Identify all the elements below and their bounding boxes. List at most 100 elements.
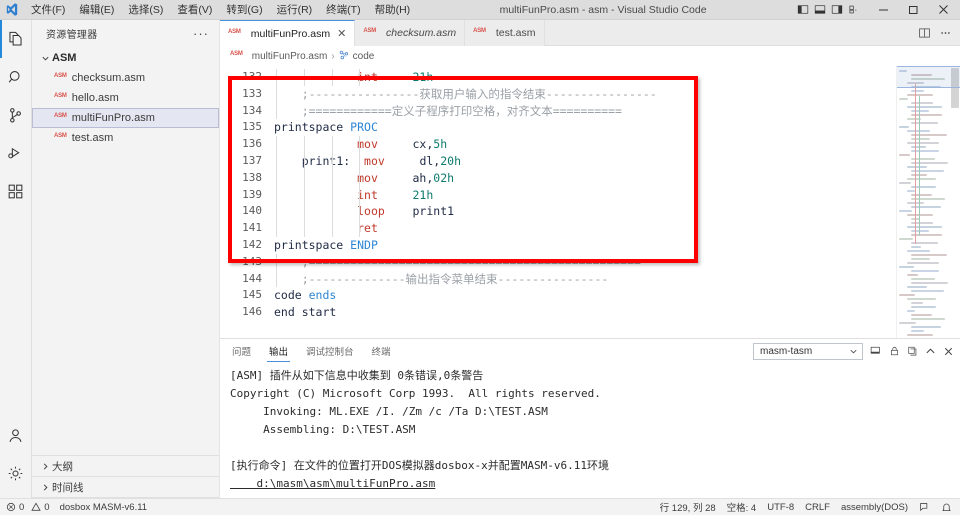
source-control-icon [6, 106, 25, 125]
activity-extensions[interactable] [0, 172, 32, 210]
code-token: 21h [412, 187, 434, 202]
line-content: end start [274, 304, 336, 321]
status-encoding[interactable]: UTF-8 [767, 502, 794, 513]
close-icon[interactable]: ✕ [337, 27, 346, 40]
activity-source-control[interactable] [0, 96, 32, 134]
tab-test[interactable]: ASM test.asm [465, 20, 545, 46]
output-line: [ASM] 插件从如下信息中收集到 0条错误,0条警告 [230, 369, 484, 382]
code-token: ah, [412, 170, 434, 185]
indent-guide [276, 169, 277, 187]
line-number: 141 [242, 221, 262, 235]
editor-scrollbar[interactable] [950, 66, 960, 338]
activity-accounts[interactable] [0, 416, 32, 454]
status-indentation[interactable]: 空格: 4 [727, 500, 757, 514]
tree-file-checksum[interactable]: ASM checksum.asm [32, 68, 219, 88]
code-scroll-area[interactable]: 132 int 21h 133 ;----------------获取用户输入的指… [220, 66, 896, 338]
line-number: 136 [242, 137, 262, 151]
tab-multifunpro[interactable]: ASM multiFunPro.asm ✕ [220, 20, 356, 46]
panel-tab-debug-console[interactable]: 调试控制台 [304, 341, 356, 361]
minimap-line [899, 126, 909, 128]
minimap[interactable] [896, 66, 960, 338]
code-token: dl, [419, 153, 441, 168]
minimap-line [911, 230, 929, 232]
code-token: print1 [412, 204, 455, 219]
tree-file-test[interactable]: ASM test.asm [32, 128, 219, 148]
status-task[interactable]: dosbox MASM-v6.11 [60, 502, 147, 513]
sidebar-section-timeline[interactable]: 时间线 [32, 477, 219, 498]
line-content: print1: mov dl,20h [274, 152, 461, 170]
asm-file-icon: ASM [228, 28, 241, 35]
code-line: 137 print1: mov dl,20h [220, 152, 896, 170]
customize-layout-icon[interactable]: ° [848, 4, 860, 15]
tree-file-multifunpro[interactable]: ASM multiFunPro.asm [32, 108, 219, 128]
tree-file-hello[interactable]: ASM hello.asm [32, 88, 219, 108]
code-line: 135 printspace PROC [220, 119, 896, 136]
minimap-line [907, 214, 933, 216]
line-content: ;----------------获取用户输入的指令结束------------… [274, 85, 657, 103]
feedback-icon[interactable] [919, 502, 930, 513]
code-lines: 132 int 21h 133 ;----------------获取用户输入的指… [220, 66, 896, 321]
line-number: 138 [242, 170, 262, 184]
activity-explorer[interactable] [0, 20, 32, 58]
breadcrumb-symbol[interactable]: code [339, 50, 374, 63]
maximize-button[interactable] [898, 0, 928, 20]
status-cursor-position[interactable]: 行 129, 列 28 [660, 500, 716, 514]
warning-count: 0 [44, 501, 50, 513]
menu-view[interactable]: 查看(V) [170, 0, 219, 20]
bell-icon[interactable] [941, 502, 952, 513]
status-language-mode[interactable]: assembly(DOS) [841, 502, 908, 513]
panel-tab-terminal[interactable]: 终端 [370, 341, 393, 361]
activity-search[interactable] [0, 58, 32, 96]
output-line: Copyright (C) Microsoft Corp 1993. All r… [230, 387, 601, 400]
activity-settings[interactable] [0, 454, 32, 492]
output-channel-select[interactable]: masm-tasm [753, 342, 863, 360]
minimap-line [907, 334, 933, 336]
activity-run-debug[interactable] [0, 134, 32, 172]
close-panel-icon[interactable] [943, 346, 954, 357]
tree-folder-asm[interactable]: ASM [32, 48, 219, 68]
menu-edit[interactable]: 编辑(E) [72, 0, 121, 20]
more-actions-icon[interactable] [939, 27, 952, 39]
collapse-panel-icon[interactable] [925, 346, 936, 357]
menu-terminal[interactable]: 终端(T) [319, 0, 367, 20]
menu-run[interactable]: 运行(R) [270, 0, 320, 20]
breadcrumb-file-label: multiFunPro.asm [251, 50, 328, 62]
menu-selection[interactable]: 选择(S) [121, 0, 170, 20]
output-line: [执行命令] 在文件的位置打开DOS模拟器dosbox-x并配置MASM-v6.… [230, 459, 609, 472]
code-line: 146 end start [220, 304, 896, 321]
output-content[interactable]: [ASM] 插件从如下信息中收集到 0条错误,0条警告 Copyright (C)… [220, 363, 960, 498]
toggle-secondary-sidebar-icon[interactable] [831, 4, 843, 15]
code-editor[interactable]: 132 int 21h 133 ;----------------获取用户输入的指… [220, 66, 960, 338]
line-content: code ends [274, 287, 336, 304]
menu-help[interactable]: 帮助(H) [368, 0, 418, 20]
sidebar-section-outline[interactable]: 大纲 [32, 456, 219, 477]
breadcrumb-file[interactable]: ASM multiFunPro.asm [230, 51, 327, 62]
panel-tab-problems[interactable]: 问题 [230, 341, 253, 361]
indent-guide [276, 136, 277, 153]
open-new-window-icon[interactable] [907, 345, 918, 357]
line-content: int 21h [274, 69, 433, 86]
panel-tab-output[interactable]: 输出 [267, 341, 291, 362]
status-problems[interactable]: 0 0 [6, 502, 50, 513]
toggle-panel-icon[interactable] [814, 4, 826, 15]
split-editor-icon[interactable] [918, 27, 931, 39]
lock-scroll-icon[interactable] [889, 345, 900, 357]
minimap-line [899, 98, 908, 100]
menu-file[interactable]: 文件(F) [24, 0, 72, 20]
minimap-slider[interactable] [897, 66, 960, 88]
tree-file-label: multiFunPro.asm [71, 112, 155, 124]
search-icon [6, 68, 25, 87]
tab-checksum[interactable]: ASM checksum.asm [355, 20, 466, 46]
status-eol[interactable]: CRLF [805, 502, 830, 513]
clear-output-icon[interactable] [870, 345, 882, 357]
code-token: 5h [433, 137, 448, 152]
output-line: Invoking: ML.EXE /I. /Zm /c /Ta D:\TEST.… [230, 405, 548, 418]
toggle-sidebar-icon[interactable] [797, 4, 809, 15]
minimize-button[interactable] [868, 0, 898, 20]
close-button[interactable] [928, 0, 958, 20]
sidebar-more-actions[interactable]: ··· [193, 26, 213, 41]
menu-go[interactable]: 转到(G) [219, 0, 269, 20]
output-link-line[interactable]: d:\masm\asm\multiFunPro.asm [230, 475, 960, 493]
minimap-line [907, 190, 915, 192]
line-content: printspace ENDP [274, 237, 378, 254]
